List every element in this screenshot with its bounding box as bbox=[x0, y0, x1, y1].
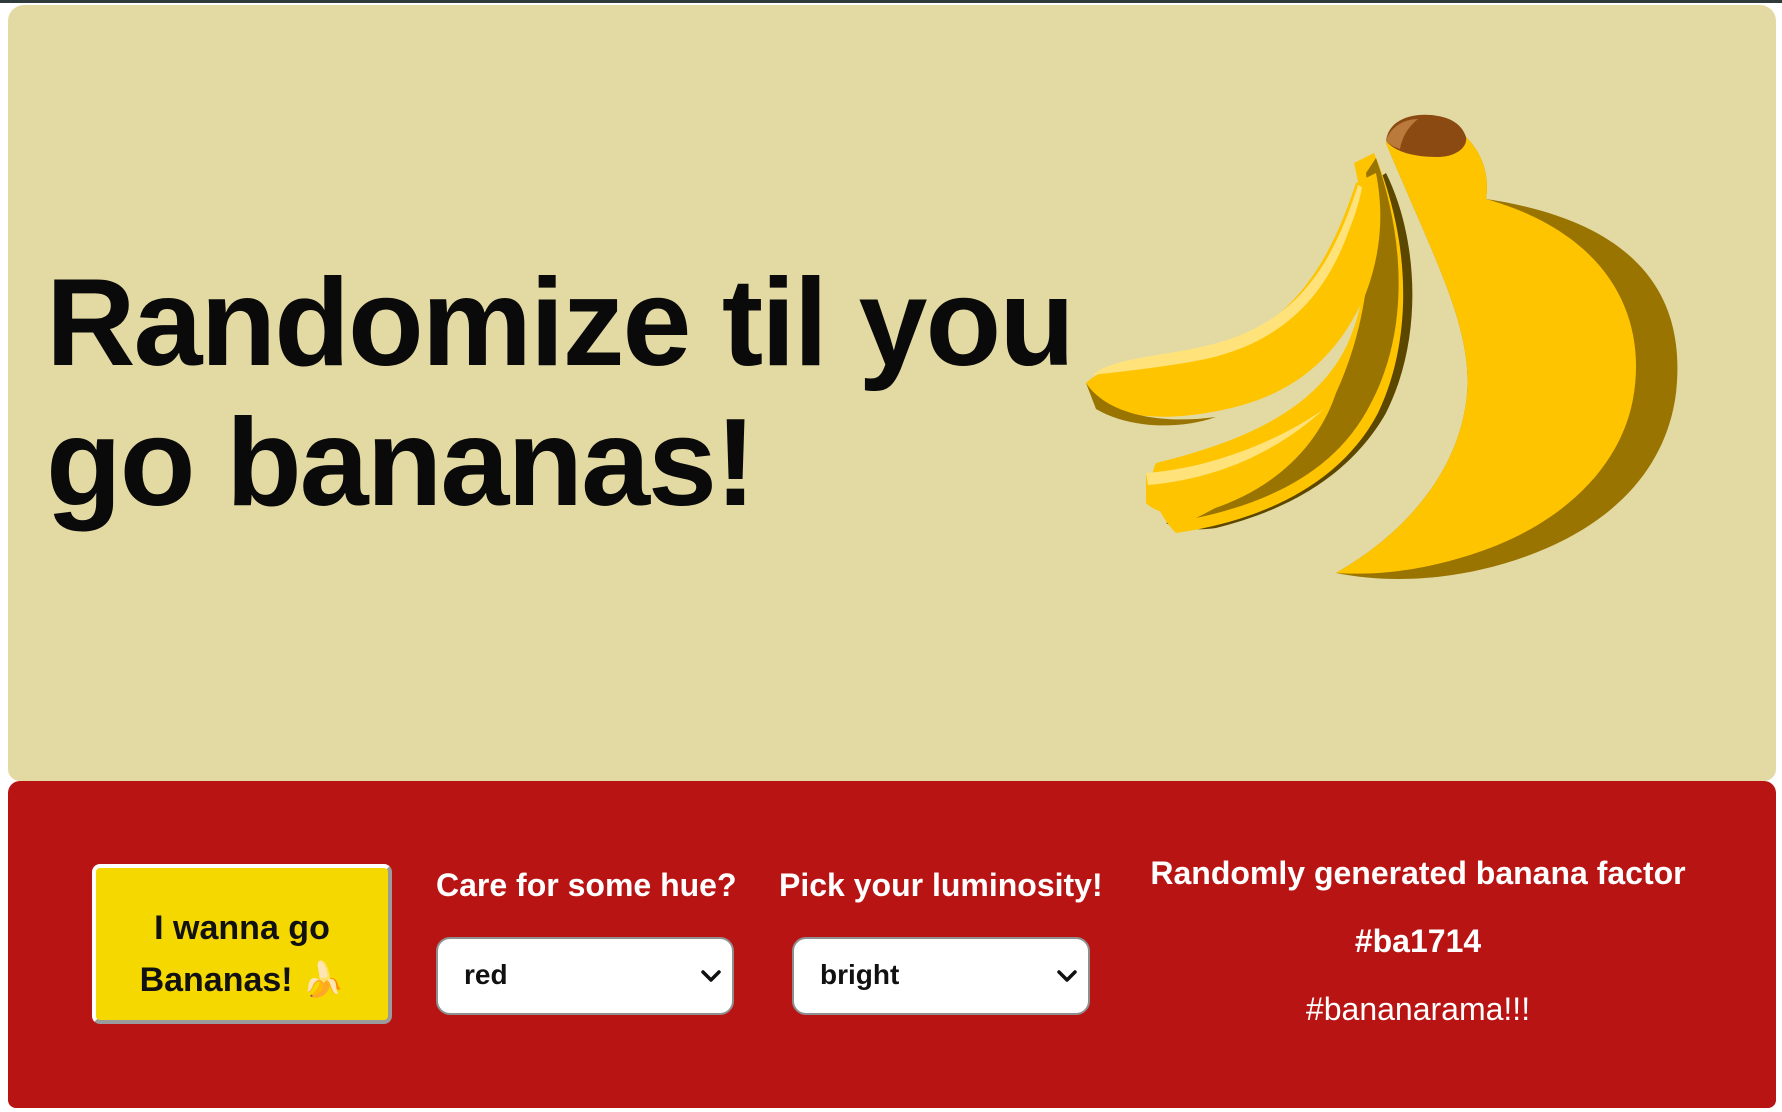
luminosity-select-value: bright bbox=[820, 959, 900, 990]
top-strip bbox=[0, 0, 1782, 3]
go-button-line2: Bananas! 🍌 bbox=[139, 961, 345, 999]
luminosity-select[interactable]: bright bbox=[792, 937, 1090, 1015]
banana-factor-label: Randomly generated banana factor bbox=[1150, 855, 1686, 891]
hero-title: Randomize til you go bananas! bbox=[46, 254, 1075, 532]
go-bananas-button[interactable]: I wanna go Bananas! 🍌 bbox=[92, 864, 392, 1024]
banana-factor-hex: #ba1714 bbox=[1354, 923, 1482, 959]
chevron-down-icon bbox=[1057, 970, 1077, 982]
banana-bunch-image bbox=[1086, 114, 1678, 579]
go-button-line1: I wanna go bbox=[154, 909, 330, 947]
hue-select-value: red bbox=[464, 959, 508, 990]
controls-panel: I wanna go Bananas! 🍌 Care for some hue?… bbox=[8, 781, 1776, 1108]
luminosity-label: Pick your luminosity! bbox=[779, 867, 1103, 903]
hue-select[interactable]: red bbox=[436, 937, 734, 1015]
hue-label: Care for some hue? bbox=[436, 867, 737, 903]
hero-panel: Randomize til you go bananas! bbox=[8, 5, 1776, 781]
bananarama-hashtag: #bananarama!!! bbox=[1305, 991, 1531, 1027]
chevron-down-icon bbox=[701, 970, 721, 982]
